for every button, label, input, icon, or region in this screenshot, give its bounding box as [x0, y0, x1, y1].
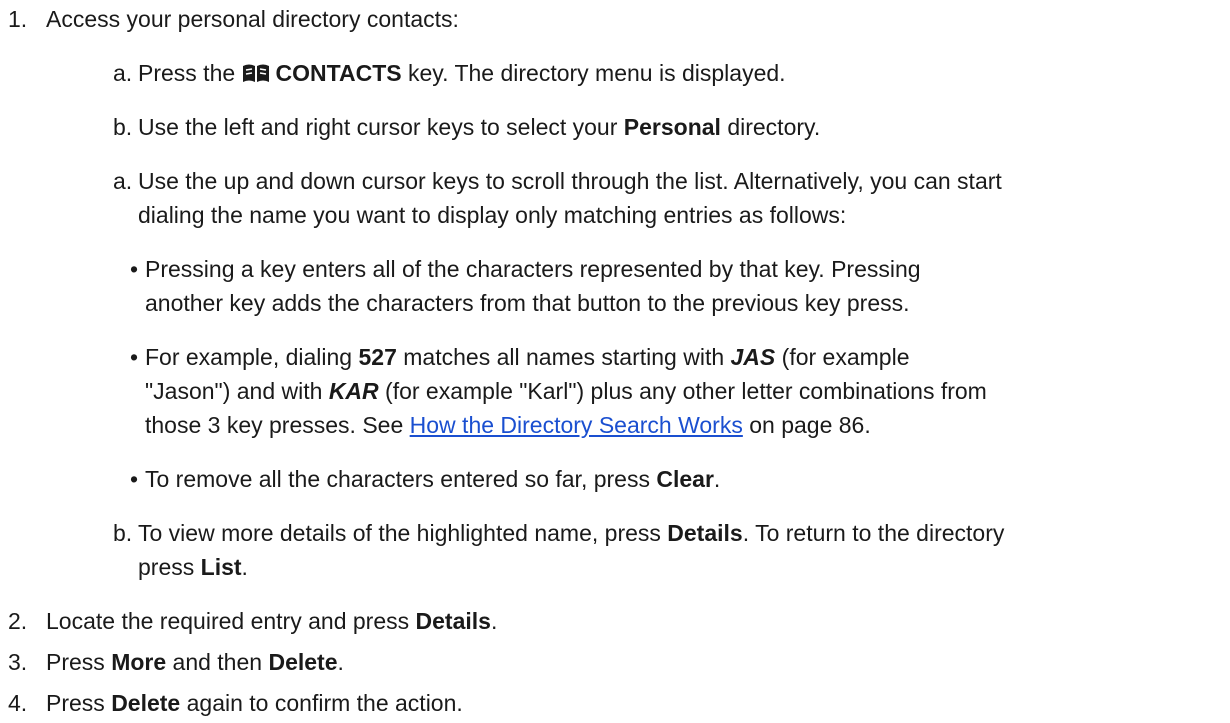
substep-letter: a. — [113, 168, 133, 194]
step-number: 4. — [8, 690, 28, 716]
substep-letter: b. — [113, 114, 133, 140]
step-text: Access your personal directory contacts: — [46, 6, 459, 32]
substep-text: Press the CONTACTS key. The directory me… — [138, 56, 786, 92]
substep-letter: a. — [113, 60, 133, 86]
step-number: 1. — [8, 6, 28, 32]
step-text: Press Delete again to confirm the action… — [46, 690, 463, 716]
bullet-text-cont: "Jason") and with KAR (for example "Karl… — [145, 378, 987, 404]
document-page: 1. Access your personal directory contac… — [0, 0, 1230, 723]
step-text: Locate the required entry and press Deta… — [46, 608, 498, 634]
substep-text: Use the up and down cursor keys to scrol… — [138, 168, 1002, 194]
step-number: 3. — [8, 649, 28, 675]
substep-text: To view more details of the highlighted … — [138, 520, 1005, 546]
bullet-glyph: • — [130, 344, 139, 370]
book-icon — [242, 58, 270, 92]
bullet-glyph: • — [130, 466, 139, 492]
substep-text: Use the left and right cursor keys to se… — [138, 114, 821, 140]
substep-text-cont: press List. — [138, 554, 248, 580]
step-number: 2. — [8, 608, 28, 634]
bullet-glyph: • — [130, 256, 139, 282]
bullet-text: To remove all the characters entered so … — [145, 466, 721, 492]
bullet-text-cont: another key adds the characters from tha… — [145, 290, 910, 316]
substep-letter: b. — [113, 520, 133, 546]
bullet-text: Pressing a key enters all of the charact… — [145, 256, 921, 282]
bullet-text-cont: those 3 key presses. See How the Directo… — [145, 412, 871, 438]
directory-search-link[interactable]: How the Directory Search Works — [410, 412, 743, 438]
substep-text-cont: dialing the name you want to display onl… — [138, 202, 847, 228]
bullet-text: For example, dialing 527 matches all nam… — [145, 344, 910, 370]
step-text: Press More and then Delete. — [46, 649, 344, 675]
